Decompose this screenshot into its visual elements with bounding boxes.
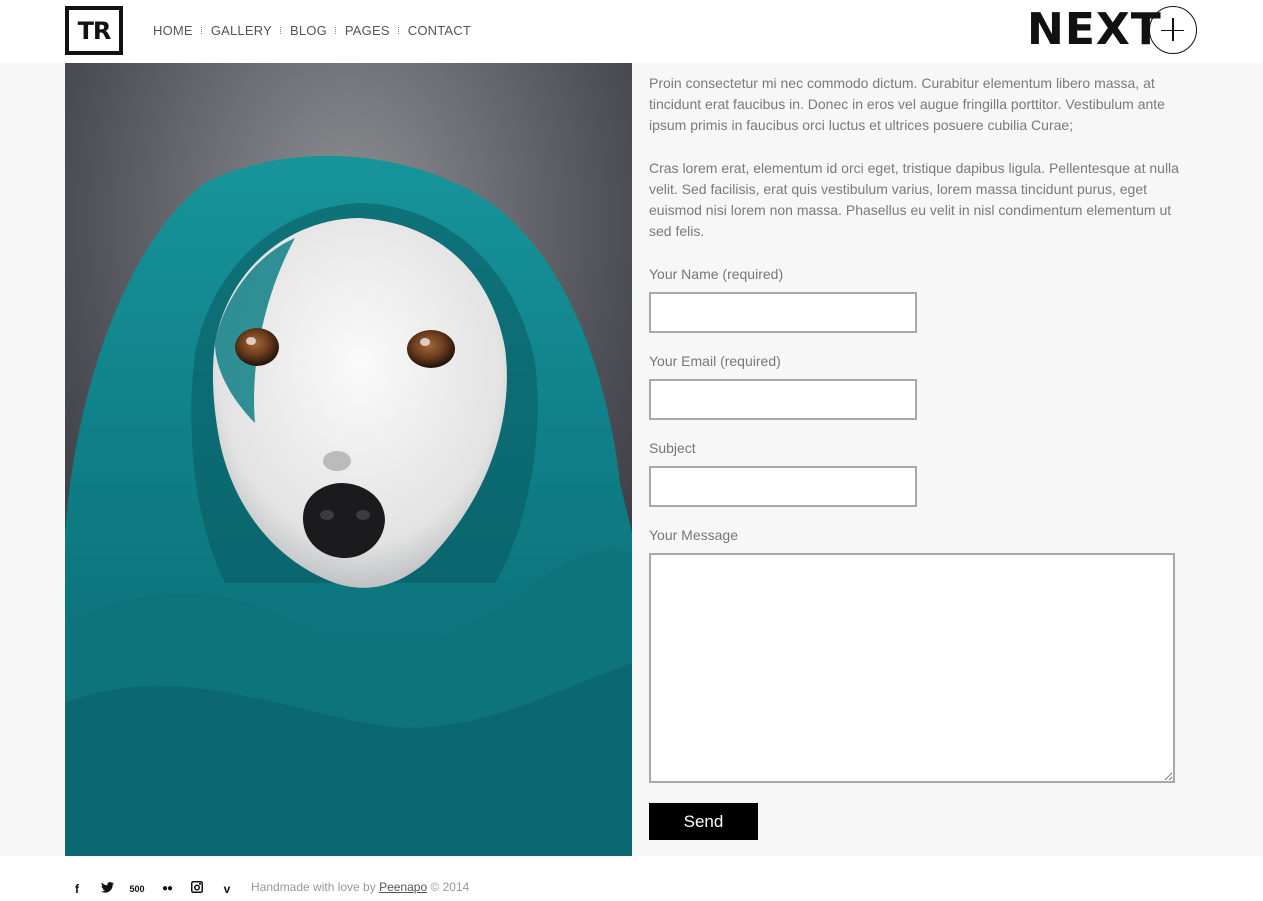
nav-item-contact[interactable]: CONTACT: [408, 23, 471, 38]
site-header: TR HOME GALLERY BLOG PAGES CONTACT NEXT: [0, 0, 1263, 63]
dog-photo: [65, 63, 632, 856]
intro-paragraph-1: Proin consectetur mi nec commodo dictum.…: [649, 75, 1165, 133]
nav-item-home[interactable]: HOME: [153, 23, 193, 38]
flickr-icon[interactable]: ●●: [152, 883, 182, 894]
intro-paragraph-2: Cras lorem erat, elementum id orci eget,…: [649, 160, 1179, 239]
name-label: Your Name (required): [649, 266, 784, 282]
500px-icon[interactable]: 500: [122, 884, 152, 894]
vimeo-icon[interactable]: v: [212, 882, 242, 896]
nav-separator: [334, 26, 337, 34]
main-nav: HOME GALLERY BLOG PAGES CONTACT: [153, 22, 471, 38]
facebook-icon[interactable]: f: [62, 882, 92, 896]
contact-content: Proin consectetur mi nec commodo dictum.…: [649, 73, 1189, 840]
instagram-icon[interactable]: [182, 881, 212, 896]
nav-separator: [279, 26, 282, 34]
contact-form: Your Name (required) Your Email (require…: [649, 264, 1189, 840]
main-content: Proin consectetur mi nec commodo dictum.…: [0, 63, 1263, 856]
subject-field[interactable]: [649, 466, 917, 507]
twitter-icon[interactable]: [92, 881, 122, 896]
plus-circle-icon[interactable]: [1149, 6, 1197, 54]
message-field[interactable]: [649, 553, 1175, 783]
email-field[interactable]: [649, 379, 917, 420]
next-link[interactable]: NEXT: [1027, 6, 1162, 54]
nav-separator: [397, 26, 400, 34]
message-label: Your Message: [649, 527, 738, 543]
nav-item-blog[interactable]: BLOG: [290, 23, 327, 38]
nav-item-pages[interactable]: PAGES: [345, 23, 390, 38]
name-field[interactable]: [649, 292, 917, 333]
site-logo[interactable]: TR: [65, 6, 123, 55]
nav-item-gallery[interactable]: GALLERY: [211, 23, 272, 38]
site-footer: f 500 ●● v Handmade with love by Peenapo…: [0, 856, 1263, 901]
subject-label: Subject: [649, 440, 696, 456]
nav-separator: [200, 26, 203, 34]
social-links: f 500 ●● v: [62, 881, 242, 896]
email-label: Your Email (required): [649, 353, 781, 369]
copyright-suffix: © 2014: [427, 880, 470, 894]
copyright: Handmade with love by Peenapo © 2014: [251, 880, 469, 894]
logo-text: TR: [77, 16, 112, 45]
send-button[interactable]: Send: [649, 803, 758, 840]
copyright-prefix: Handmade with love by: [251, 880, 380, 894]
author-link[interactable]: Peenapo: [379, 880, 427, 894]
